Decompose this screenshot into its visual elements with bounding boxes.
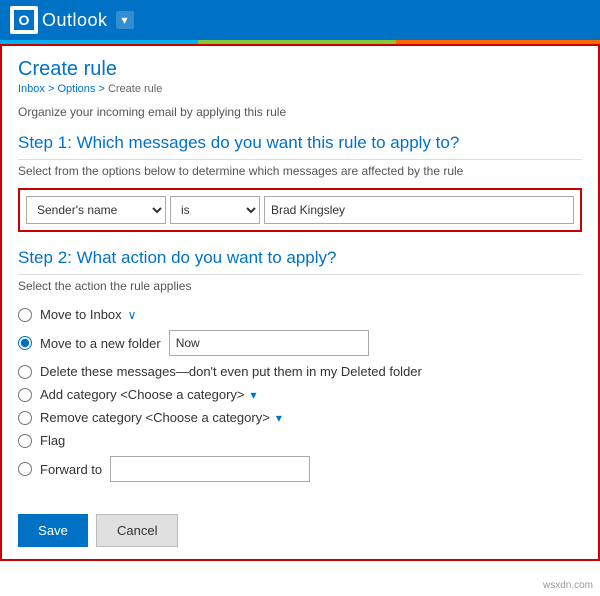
condition-field-select[interactable]: Sender's name Subject Sent to Sent only … [26,196,166,224]
action-move-inbox: Move to Inbox ∨ [18,303,582,326]
action-move-inbox-radio[interactable] [18,308,32,322]
svg-text:O: O [19,12,30,28]
button-row: Save Cancel [18,504,582,547]
app-name: Outlook [42,10,108,31]
action-move-inbox-label[interactable]: Move to Inbox ∨ [40,307,136,322]
action-flag-label[interactable]: Flag [40,433,65,448]
action-add-category-label[interactable]: Add category <Choose a category> ▾ [40,387,257,402]
action-forward-to: Forward to [18,452,582,486]
action-move-folder-radio[interactable] [18,336,32,350]
action-delete-radio[interactable] [18,365,32,379]
action-remove-category-label[interactable]: Remove category <Choose a category> ▾ [40,410,282,425]
step1-description: Select from the options below to determi… [18,164,582,178]
action-remove-category-radio[interactable] [18,411,32,425]
outlook-logo-icon: O [10,6,38,34]
folder-name-input[interactable] [169,330,369,356]
action-flag-radio[interactable] [18,434,32,448]
action-move-folder-label[interactable]: Move to a new folder [40,336,161,351]
save-button[interactable]: Save [18,514,88,547]
page-title: Create rule [18,58,582,81]
page-description: Organize your incoming email by applying… [18,105,582,119]
action-delete-label[interactable]: Delete these messages—don't even put the… [40,364,422,379]
action-move-folder: Move to a new folder [18,326,582,360]
remove-category-dropdown-icon[interactable]: ▾ [276,411,282,425]
move-inbox-dropdown-icon[interactable]: ∨ [128,308,137,322]
condition-operator-select[interactable]: is is not contains does not contain [170,196,260,224]
step2-section: Step 2: What action do you want to apply… [18,248,582,486]
action-list: Move to Inbox ∨ Move to a new folder Del… [18,303,582,486]
action-add-category: Add category <Choose a category> ▾ [18,383,582,406]
top-bar: O Outlook ▾ [0,0,600,40]
cancel-button[interactable]: Cancel [96,514,178,547]
forward-to-input[interactable] [110,456,310,482]
condition-value-input[interactable] [264,196,574,224]
breadcrumb-inbox[interactable]: Inbox [18,83,45,95]
watermark: wsxdn.com [540,579,596,592]
app-dropdown[interactable]: ▾ [116,11,134,29]
breadcrumb-current: Create rule [108,83,162,95]
action-delete: Delete these messages—don't even put the… [18,360,582,383]
step1-title: Step 1: Which messages do you want this … [18,133,582,160]
action-remove-category: Remove category <Choose a category> ▾ [18,406,582,429]
outlook-logo: O Outlook [10,6,108,34]
breadcrumb-options[interactable]: Options [57,83,95,95]
action-add-category-radio[interactable] [18,388,32,402]
rule-selector-box: Sender's name Subject Sent to Sent only … [18,188,582,232]
main-content: Create rule Inbox > Options > Create rul… [0,44,600,561]
step2-title: Step 2: What action do you want to apply… [18,248,582,275]
action-flag: Flag [18,429,582,452]
step2-description: Select the action the rule applies [18,279,582,293]
breadcrumb: Inbox > Options > Create rule [18,83,582,95]
add-category-dropdown-icon[interactable]: ▾ [251,388,257,402]
action-forward-to-label[interactable]: Forward to [40,462,102,477]
action-forward-to-radio[interactable] [18,462,32,476]
